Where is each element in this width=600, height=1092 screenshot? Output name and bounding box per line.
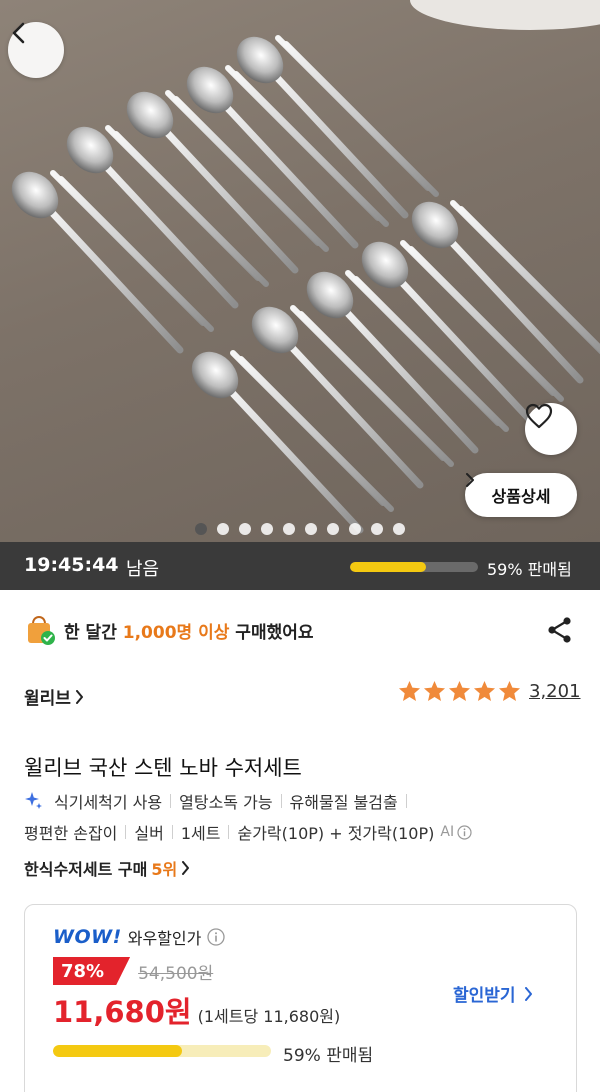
card-sold-progress-fill [53,1045,182,1057]
info-icon[interactable] [207,928,225,946]
final-price: 11,680원 [53,995,192,1029]
purchase-highlight: 1,000명 이상 [122,622,230,643]
purchase-count-banner: 한 달간 1,000명 이상 구매했어요 [24,612,314,648]
chevron-right-icon [182,861,190,875]
feature-handle: 평편한 손잡이 [24,824,118,843]
unit-price: (1세트당 11,680원) [197,1007,341,1026]
star-icon [498,680,521,702]
price-card: WOW! 와우할인가 78% 54,500원 11,680원 (1세트당 11,… [24,904,577,1092]
star-icon [448,680,471,702]
product-image-carousel[interactable]: 상품상세 [0,0,600,542]
discount-badge: 78% [53,957,131,985]
chevron-right-icon [524,986,532,1001]
carousel-dot[interactable] [327,523,339,535]
purchase-count-text: 한 달간 1,000명 이상 구매했어요 [64,618,314,643]
purchase-prefix: 한 달간 [64,622,123,643]
get-discount-label: 할인받기 [453,986,516,1006]
feature-line-1: 식기세척기 사용 열탕소독 가능 유해물질 불검출 [24,789,415,813]
carousel-dot[interactable] [283,523,295,535]
feature-line-2: 평편한 손잡이 실버 1세트 숟가락(10P) + 젓가락(10P) AI [24,820,472,844]
rating-stars [398,680,521,702]
product-detail-label: 상품상세 [491,487,551,506]
original-price: 54,500원 [138,963,214,984]
feature-safe: 유해물질 불검출 [289,793,398,812]
rank-value: 5위 [151,860,178,879]
brand-name: 윌리브 [24,689,71,709]
carousel-dot[interactable] [393,523,405,535]
card-sold-percent-text: 59% 판매됨 [283,1046,374,1066]
product-photo [11,0,600,534]
carousel-dot[interactable] [217,523,229,535]
feature-composition: 숟가락(10P) + 젓가락(10P) [237,824,435,843]
carousel-dot[interactable] [305,523,317,535]
brand-link[interactable]: 윌리브 [24,684,84,709]
carousel-dot[interactable] [239,523,251,535]
purchase-suffix: 구매했어요 [229,622,314,643]
sold-percent-text: 59% 판매됨 [487,560,572,579]
review-count-link[interactable]: 3,201 [529,681,581,702]
category-rank-link[interactable]: 한식수저세트 구매 5위 [24,856,190,880]
heart-icon [525,403,553,429]
chevron-right-icon [75,689,83,704]
final-price-row: 11,680원 (1세트당 11,680원) [53,989,340,1031]
rating-summary[interactable]: 3,201 [398,680,581,702]
back-arrow-icon [12,22,25,44]
product-detail-button[interactable]: 상품상세 [465,473,577,517]
discount-row: 78% 54,500원 [53,957,213,985]
feature-dishwasher: 식기세척기 사용 [54,793,163,812]
card-sold-progress-track [53,1045,271,1057]
feature-quantity: 1세트 [180,824,221,843]
sold-progress-track [350,562,478,572]
sparkle-icon [25,792,42,809]
feature-color: 실버 [134,824,164,843]
share-icon [548,617,571,643]
wow-price-header: WOW! 와우할인가 [53,925,225,949]
wow-logo: WOW! [53,926,122,948]
countdown-time: 19:45:44 [24,554,119,576]
wishlist-button[interactable] [525,403,577,455]
get-discount-button[interactable]: 할인받기 [453,981,533,1006]
carousel-dot[interactable] [371,523,383,535]
star-icon [473,680,496,702]
feature-sterilize: 열탕소독 가능 [179,793,273,812]
product-title: 윌리브 국산 스텐 노바 수저세트 [24,756,302,780]
carousel-dot[interactable] [261,523,273,535]
deal-timer-bar: 19:45:44 남음 59% 판매됨 [0,542,600,590]
info-icon [457,824,472,840]
shopping-bag-icon [28,615,55,645]
chevron-right-icon [466,473,474,487]
ai-summary-tag[interactable]: AI [440,824,472,840]
spoon-chopstick-set [11,170,214,354]
rank-label: 한식수저세트 구매 [24,860,148,879]
countdown-remain-label: 남음 [126,559,160,580]
back-button[interactable] [8,22,64,78]
carousel-dot[interactable] [195,523,207,535]
carousel-indicator[interactable] [0,523,600,537]
ai-label: AI [440,824,455,840]
wow-price-label: 와우할인가 [127,929,202,948]
sold-progress-fill [350,562,426,572]
carousel-dot[interactable] [349,523,361,535]
star-icon [423,680,446,702]
share-button[interactable] [542,612,578,648]
star-icon [398,680,421,702]
